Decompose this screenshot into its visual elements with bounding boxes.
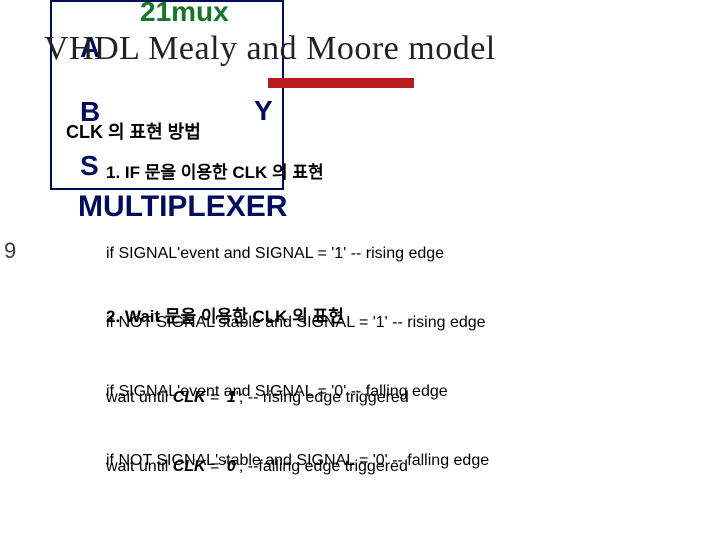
- code-line: wait until CLK = '0'; --falling edge tri…: [106, 455, 409, 478]
- section-clk-heading: CLK 의 표현 방법: [66, 118, 201, 144]
- wait-prefix: wait until: [106, 458, 173, 475]
- subheading-wait: 2. Wait 문을 이용한 CLK 의 표현: [106, 302, 344, 327]
- wait-clk: CLK: [173, 458, 206, 475]
- wait-eq: = ': [206, 389, 227, 406]
- subheading-if: 1. IF 문을 이용한 CLK 의 표현: [106, 158, 324, 183]
- wait-val: 1: [227, 389, 236, 406]
- wait-suffix: '; --falling edge triggered: [236, 458, 408, 475]
- code-line: if SIGNAL'event and SIGNAL = '1' -- risi…: [106, 242, 489, 265]
- wait-clk: CLK: [173, 389, 206, 406]
- code-wait-block: wait until CLK = '1'; -- rising edge tri…: [106, 340, 409, 524]
- wait-eq: = ': [206, 458, 227, 475]
- slide-title: VHDL Mealy and Moore model: [44, 30, 496, 68]
- title-underline: [268, 78, 414, 88]
- wait-val: 0: [227, 458, 236, 475]
- wait-prefix: wait until: [106, 389, 173, 406]
- code-line: wait until CLK = '1'; -- rising edge tri…: [106, 386, 409, 409]
- slide-content: VHDL Mealy and Moore model CLK 의 표현 방법 1…: [0, 0, 720, 540]
- wait-suffix: '; -- rising edge triggered: [236, 389, 409, 406]
